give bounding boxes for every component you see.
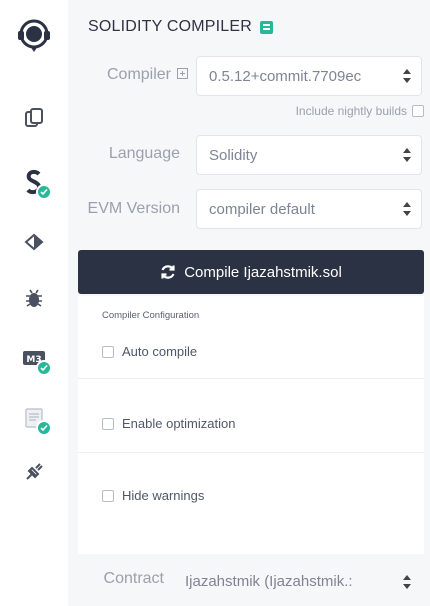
compiler-configuration: Compiler Configuration Auto compile Enab…: [78, 296, 424, 554]
contract-label: Contract: [103, 570, 164, 587]
contract-row: Contract Ijazahstmik (Ijazahstmik.:: [68, 558, 430, 606]
select-caret-icon: [403, 148, 411, 162]
panel-header: SOLIDITY COMPILER: [88, 18, 274, 36]
nightly-builds-option[interactable]: Include nightly builds: [296, 104, 424, 118]
language-label: Language: [108, 145, 180, 162]
icon-sidebar: M3: [0, 0, 68, 606]
debugger-icon[interactable]: [14, 278, 54, 318]
select-caret-icon: [403, 69, 411, 83]
enable-optimization-label: Enable optimization: [122, 416, 236, 431]
evm-version-select[interactable]: compiler default: [196, 189, 422, 229]
enable-optimization-option[interactable]: Enable optimization: [102, 416, 235, 431]
remix-logo-icon[interactable]: [14, 16, 54, 56]
hide-warnings-label: Hide warnings: [122, 488, 205, 503]
auto-compile-checkbox[interactable]: [102, 345, 114, 358]
active-check-icon: [36, 420, 52, 436]
compiler-panel: SOLIDITY COMPILER Compiler 0.5.12+commit…: [68, 0, 430, 606]
active-check-icon: [36, 184, 52, 200]
plugin-manager-icon[interactable]: [14, 452, 54, 492]
language-select[interactable]: Solidity: [196, 135, 422, 175]
compile-button[interactable]: Compile Ijazahstmik.sol: [78, 250, 424, 294]
file-explorer-icon[interactable]: [14, 98, 54, 138]
config-title: Compiler Configuration: [102, 310, 200, 321]
add-compiler-icon[interactable]: [177, 68, 188, 79]
page-title: SOLIDITY COMPILER: [88, 18, 253, 35]
select-caret-icon: [403, 202, 411, 216]
documentation-icon[interactable]: [14, 398, 54, 438]
divider: [78, 378, 424, 379]
active-check-icon: [36, 360, 52, 376]
contract-value: Ijazahstmik (Ijazahstmik.:: [185, 572, 353, 590]
hide-warnings-option[interactable]: Hide warnings: [102, 488, 204, 503]
deploy-run-icon[interactable]: [14, 222, 54, 262]
enable-optimization-checkbox[interactable]: [102, 417, 114, 430]
hide-warnings-checkbox[interactable]: [102, 489, 114, 502]
docs-book-icon[interactable]: [260, 20, 274, 34]
divider: [78, 452, 424, 453]
language-value: Solidity: [209, 146, 258, 164]
compiler-version-value: 0.5.12+commit.7709ec: [209, 67, 362, 85]
compiler-version-select[interactable]: 0.5.12+commit.7709ec: [196, 56, 422, 96]
compile-button-label: Compile Ijazahstmik.sol: [184, 263, 342, 281]
nightly-builds-checkbox[interactable]: [412, 105, 424, 117]
nightly-builds-label: Include nightly builds: [295, 104, 407, 118]
evm-version-label: EVM Version: [87, 200, 180, 217]
auto-compile-option[interactable]: Auto compile: [102, 344, 197, 359]
plugin-badge-icon[interactable]: M3: [14, 338, 54, 378]
contract-select[interactable]: Ijazahstmik (Ijazahstmik.:: [172, 562, 422, 600]
refresh-icon: [161, 265, 175, 279]
evm-version-value: compiler default: [209, 200, 315, 218]
select-caret-icon: [403, 575, 411, 589]
auto-compile-label: Auto compile: [122, 344, 198, 359]
compiler-label: Compiler: [88, 66, 188, 84]
solidity-compiler-icon[interactable]: [14, 162, 54, 202]
